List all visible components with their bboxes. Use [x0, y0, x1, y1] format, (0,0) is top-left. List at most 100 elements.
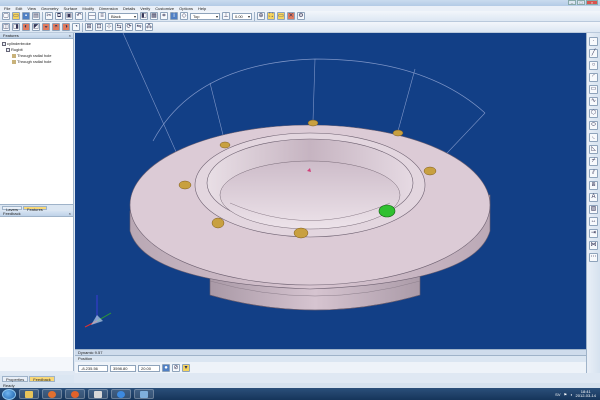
offset-icon[interactable]: ⧈ — [589, 181, 598, 190]
mirror-icon[interactable]: ⇋ — [135, 23, 143, 31]
spline-icon[interactable]: ∿ — [589, 97, 598, 106]
hidden-line-icon[interactable]: ◩ — [32, 23, 40, 31]
maximize-button[interactable]: □ — [577, 0, 585, 5]
shaded-icon[interactable]: ◨ — [12, 23, 20, 31]
wcs-icon[interactable]: ⊥ — [222, 12, 230, 20]
text-icon[interactable]: A — [589, 193, 598, 202]
open-folder-icon[interactable]: ▭ — [12, 12, 20, 20]
chevron-down-icon: ▾ — [247, 13, 250, 19]
line-style-icon[interactable]: — — [88, 12, 96, 20]
y-coordinate-field[interactable]: 3598.80 — [110, 364, 136, 372]
axis-triad-icon — [84, 295, 112, 328]
undo-icon[interactable]: ↶ — [75, 12, 83, 20]
hatch-icon[interactable]: ▨ — [589, 205, 598, 214]
x-coordinate-field[interactable]: -8.235.56 — [78, 364, 108, 372]
delete-icon[interactable]: ✕ — [287, 12, 295, 20]
close-icon[interactable]: × — [69, 33, 71, 39]
lock-icon[interactable]: ⊘ — [172, 364, 180, 372]
circle-icon[interactable]: ○ — [589, 61, 598, 70]
taskbar-media[interactable] — [42, 389, 62, 399]
taskbar-explorer[interactable] — [19, 389, 39, 399]
bolt-hole — [392, 129, 404, 137]
axis-icon[interactable]: ⊹ — [105, 23, 113, 31]
copy-icon[interactable]: ⧉ — [55, 12, 63, 20]
more-tools-icon[interactable]: ⋯ — [589, 253, 598, 262]
array-icon[interactable]: ⁂ — [145, 23, 153, 31]
zoom-icon[interactable]: ⊕ — [257, 12, 265, 20]
volume-icon[interactable]: ◖ — [570, 392, 572, 397]
ellipse-icon[interactable]: ⬭ — [589, 121, 598, 130]
toolbar-separator — [82, 22, 83, 32]
line-weight-icon[interactable]: ≡ — [98, 12, 106, 20]
point-icon[interactable]: · — [589, 37, 598, 46]
grid-icon[interactable]: ▦ — [150, 12, 158, 20]
dimension-icon[interactable]: ↔ — [589, 217, 598, 226]
polygon-icon[interactable]: ⬡ — [589, 109, 598, 118]
settings-icon[interactable]: ⚙ — [297, 12, 305, 20]
model-canvas[interactable] — [75, 33, 586, 349]
extend-icon[interactable]: ⇥ — [589, 229, 598, 238]
taskbar-firefox[interactable] — [65, 389, 85, 399]
close-button[interactable]: × — [586, 0, 598, 5]
new-file-icon[interactable]: ▢ — [2, 12, 10, 20]
arc-icon[interactable]: ◜ — [589, 73, 598, 82]
taskbar-cad-app[interactable] — [88, 389, 108, 399]
measure-icon[interactable]: ⊞ — [85, 23, 93, 31]
features-panel-tabs: Layers Features — [0, 204, 73, 212]
level-icon[interactable]: ◧ — [140, 12, 148, 20]
tab-features[interactable]: Features — [23, 206, 47, 212]
app-icon — [94, 390, 102, 398]
options-icon[interactable]: ▾ — [182, 364, 190, 372]
main-toolbar: ▢ ▭ ▪ ▤ ✂ ⧉ ▣ ↶ — ≡ Black ▾ ◧ ▦ ⌗ i ◇ To… — [0, 11, 600, 22]
tab-layers[interactable]: Layers — [2, 206, 23, 212]
tab-feedback[interactable]: Feedback — [29, 376, 55, 382]
paste-icon[interactable]: ▣ — [65, 12, 73, 20]
folder-icon[interactable]: ▭ — [277, 12, 285, 20]
view-combo[interactable]: Top ▾ — [190, 12, 220, 20]
line-icon[interactable]: ╱ — [589, 49, 598, 58]
analyze-icon[interactable]: ⊡ — [95, 23, 103, 31]
plane-icon[interactable]: ◇ — [180, 12, 188, 20]
close-icon[interactable]: × — [69, 211, 71, 217]
section-icon[interactable]: ◔ — [72, 23, 80, 31]
break-icon[interactable]: ⫽ — [589, 169, 598, 178]
view-combo-value: Top — [193, 13, 200, 19]
minimize-button[interactable]: – — [568, 0, 576, 5]
start-button[interactable] — [2, 388, 16, 400]
taskbar-ie[interactable] — [111, 389, 131, 399]
clock[interactable]: 18:41 2012-03-14 — [576, 390, 596, 398]
feedback-panel-body — [0, 217, 73, 357]
taskbar-network[interactable] — [134, 389, 154, 399]
z-coordinate-field[interactable]: 20.00 — [138, 364, 160, 372]
scale-combo-value: 0.00 — [235, 13, 243, 19]
features-panel-header: Features × — [0, 33, 73, 39]
surface-icon[interactable]: ◒ — [42, 23, 50, 31]
info-icon[interactable]: i — [170, 12, 178, 20]
wireframe-icon[interactable]: ◫ — [2, 23, 10, 31]
snap-icon[interactable]: ⌗ — [160, 12, 168, 20]
cut-icon[interactable]: ✂ — [45, 12, 53, 20]
rotate-icon[interactable]: ⟳ — [125, 23, 133, 31]
fillet-icon[interactable]: ◟ — [589, 133, 598, 142]
scale-combo[interactable]: 0.00 ▾ — [232, 12, 252, 20]
print-icon[interactable]: ▤ — [32, 12, 40, 20]
tree-item[interactable]: Through radial hole — [2, 59, 71, 65]
color-combo[interactable]: Black ▾ — [108, 12, 138, 20]
language-indicator[interactable]: SV — [555, 392, 560, 397]
blend-icon[interactable]: ◑ — [62, 23, 70, 31]
cad-viewport[interactable] — [75, 33, 586, 349]
apply-icon[interactable]: ● — [162, 364, 170, 372]
transform-icon[interactable]: ⇆ — [115, 23, 123, 31]
rectangle-icon[interactable]: ▭ — [589, 85, 598, 94]
render-icon[interactable]: ◐ — [22, 23, 30, 31]
save-icon[interactable]: ▪ — [22, 12, 30, 20]
feedback-panel-header: Feedback × — [0, 211, 73, 217]
flag-icon[interactable]: ⚑ — [564, 392, 568, 397]
join-icon[interactable]: ⋈ — [589, 241, 598, 250]
solid-icon[interactable]: ◓ — [52, 23, 60, 31]
chamfer-icon[interactable]: ◺ — [589, 145, 598, 154]
tab-properties[interactable]: Properties — [2, 376, 29, 382]
fit-view-icon[interactable]: ⛶ — [267, 12, 275, 20]
secondary-toolbar: ◫ ◨ ◐ ◩ ◒ ◓ ◑ ◔ ⊞ ⊡ ⊹ ⇆ ⟳ ⇋ ⁂ — [0, 22, 600, 33]
trim-icon[interactable]: ⌿ — [589, 157, 598, 166]
